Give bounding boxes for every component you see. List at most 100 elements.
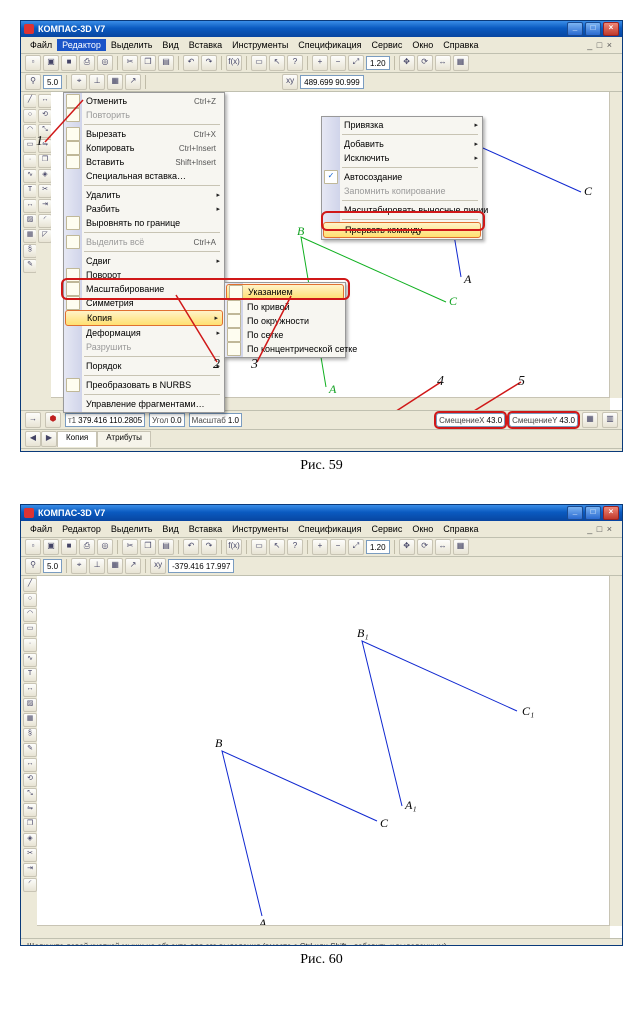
zoomfit-icon[interactable]: ⤢ xyxy=(348,55,364,71)
angle-field[interactable]: Угол0.0 xyxy=(149,413,185,427)
chamfer-tool-icon[interactable]: ◸ xyxy=(38,229,52,243)
line-tool-icon[interactable]: ╱ xyxy=(23,578,37,592)
snap-icon[interactable]: ⌖ xyxy=(71,74,87,90)
paste-icon[interactable]: ▤ xyxy=(158,539,174,555)
menu-help[interactable]: Справка xyxy=(438,39,483,51)
preview-icon[interactable]: ◎ xyxy=(97,539,113,555)
minimize-button[interactable]: _ xyxy=(567,22,583,36)
t1-field[interactable]: т1379.416 110.2805 xyxy=(65,413,145,427)
deform-tool-icon[interactable]: ◈ xyxy=(23,833,37,847)
create-btn[interactable]: → xyxy=(25,412,41,428)
fillet-tool-icon[interactable]: ◜ xyxy=(23,878,37,892)
menu-service[interactable]: Сервис xyxy=(367,523,408,535)
grid-icon[interactable]: ▦ xyxy=(453,55,469,71)
zoom-field[interactable]: 1.20 xyxy=(366,540,390,554)
hatch-tool-icon[interactable]: ▨ xyxy=(23,698,37,712)
point-tool-icon[interactable]: · xyxy=(23,638,37,652)
mi-destroy[interactable]: Разрушить xyxy=(64,340,224,354)
scale-tool-icon[interactable]: ⤡ xyxy=(23,788,37,802)
mode-btn1[interactable]: ▦ xyxy=(582,412,598,428)
symbol-tool-icon[interactable]: § xyxy=(23,728,37,742)
zoomin-icon[interactable]: + xyxy=(312,539,328,555)
undo-icon[interactable]: ↶ xyxy=(183,539,199,555)
pan-icon[interactable]: ✥ xyxy=(399,55,415,71)
menu-view[interactable]: Вид xyxy=(157,523,183,535)
cm-autocreate[interactable]: ✓Автосоздание xyxy=(322,170,482,184)
snap-icon[interactable]: ⌖ xyxy=(71,558,87,574)
dim-tool-icon[interactable]: ↔ xyxy=(23,199,37,213)
zoomin-icon[interactable]: + xyxy=(312,55,328,71)
mi-fragments[interactable]: Управление фрагментами… xyxy=(64,397,224,411)
mi-paste-special[interactable]: Специальная вставка… xyxy=(64,169,224,183)
mi-shift[interactable]: Сдвиг▸ xyxy=(64,254,224,268)
mi-by-concentric[interactable]: По концентрической сетке xyxy=(225,342,345,356)
step-field[interactable]: 5.0 xyxy=(43,559,62,573)
rect-tool-icon[interactable]: ▭ xyxy=(23,139,37,153)
arc-tool-icon[interactable]: ◠ xyxy=(23,124,37,138)
grid2-icon[interactable]: ▦ xyxy=(107,74,123,90)
mi-delete[interactable]: Удалить▸ xyxy=(64,188,224,202)
step-toggle-icon[interactable]: ⚲ xyxy=(25,558,41,574)
mi-by-curve[interactable]: По кривой xyxy=(225,300,345,314)
minimize-button[interactable]: _ xyxy=(567,506,583,520)
line-tool-icon[interactable]: ╱ xyxy=(23,94,37,108)
step-field[interactable]: 5.0 xyxy=(43,75,62,89)
axis-icon[interactable]: ↗ xyxy=(125,558,141,574)
text-tool-icon[interactable]: T xyxy=(23,184,37,198)
smy-field[interactable]: СмещениеY43.0 xyxy=(509,413,578,427)
trim-tool-icon[interactable]: ✂ xyxy=(23,848,37,862)
mi-redo[interactable]: Повторить xyxy=(64,108,224,122)
rot-tool-icon[interactable]: ⟲ xyxy=(38,109,52,123)
copy-icon[interactable]: ❐ xyxy=(140,539,156,555)
print-icon[interactable]: ⎙ xyxy=(79,539,95,555)
deform-tool-icon[interactable]: ◈ xyxy=(38,169,52,183)
mi-copy-sub[interactable]: Копия▸ xyxy=(65,310,223,326)
menu-help[interactable]: Справка xyxy=(438,523,483,535)
fx-icon[interactable]: f(x) xyxy=(226,55,242,71)
paste-icon[interactable]: ▤ xyxy=(158,55,174,71)
help-icon[interactable]: ? xyxy=(287,55,303,71)
menu-insert[interactable]: Вставка xyxy=(184,523,227,535)
extend-tool-icon[interactable]: ⇥ xyxy=(23,863,37,877)
zoomout-icon[interactable]: − xyxy=(330,539,346,555)
close-button[interactable]: × xyxy=(603,22,619,36)
mi-by-point[interactable]: Указанием xyxy=(226,284,344,300)
edit-tool-icon[interactable]: ✎ xyxy=(23,743,37,757)
mi-symmetry[interactable]: Симметрия xyxy=(64,296,224,310)
menu-tools[interactable]: Инструменты xyxy=(227,523,293,535)
rotate-icon[interactable]: ⟳ xyxy=(417,539,433,555)
cm-remembercopy[interactable]: Запомнить копирование xyxy=(322,184,482,198)
menu-file[interactable]: Файл xyxy=(25,39,57,51)
cursor-icon[interactable]: ↖ xyxy=(269,55,285,71)
menu-editor[interactable]: Редактор xyxy=(57,523,106,535)
hscrollbar-60[interactable] xyxy=(37,925,610,938)
trim-tool-icon[interactable]: ✂ xyxy=(38,184,52,198)
ortho-icon[interactable]: ⊥ xyxy=(89,74,105,90)
copy-icon[interactable]: ❐ xyxy=(140,55,156,71)
tab-copy[interactable]: Копия xyxy=(57,431,97,447)
stop-btn[interactable]: ⬢ xyxy=(45,412,61,428)
mi-break[interactable]: Разбить▸ xyxy=(64,202,224,216)
redo-icon[interactable]: ↷ xyxy=(201,539,217,555)
mi-align[interactable]: Выровнять по границе xyxy=(64,216,224,230)
print-icon[interactable]: ⎙ xyxy=(79,55,95,71)
xy-icon[interactable]: xy xyxy=(150,558,166,574)
vscrollbar-60[interactable] xyxy=(609,576,622,926)
spline-tool-icon[interactable]: ∿ xyxy=(23,653,37,667)
mi-by-grid[interactable]: По сетке xyxy=(225,328,345,342)
mi-order[interactable]: Порядок▸ xyxy=(64,359,224,373)
menu-view[interactable]: Вид xyxy=(157,39,183,51)
mi-nurbs[interactable]: Преобразовать в NURBS xyxy=(64,378,224,392)
vscrollbar[interactable] xyxy=(609,92,622,398)
zoomfit-icon[interactable]: ⤢ xyxy=(348,539,364,555)
mi-selectall[interactable]: Выделить всёCtrl+A xyxy=(64,235,224,249)
fx-icon[interactable]: f(x) xyxy=(226,539,242,555)
select-icon[interactable]: ▭ xyxy=(251,539,267,555)
move-tool-icon[interactable]: ↔ xyxy=(38,94,52,108)
spline-tool-icon[interactable]: ∿ xyxy=(23,169,37,183)
mi-rotate[interactable]: Поворот xyxy=(64,268,224,282)
save-icon[interactable]: ■ xyxy=(61,55,77,71)
cm-scale-ext[interactable]: Масштабировать выносные линии xyxy=(322,203,482,217)
tab-attrs[interactable]: Атрибуты xyxy=(97,431,151,447)
mi-deformation[interactable]: Деформация▸ xyxy=(64,326,224,340)
